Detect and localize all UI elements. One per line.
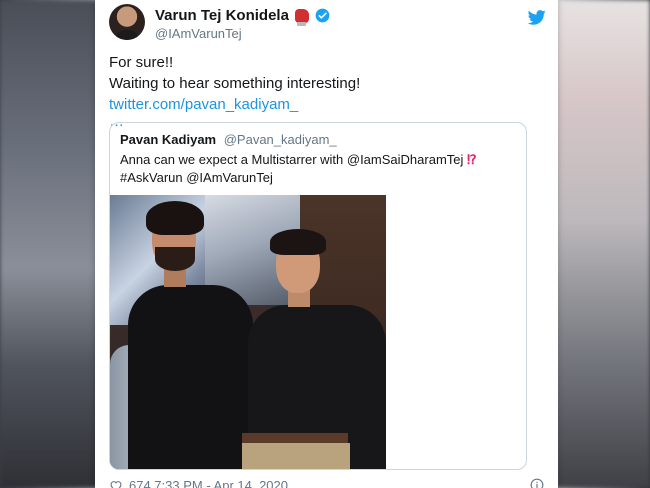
- tweet-line-1: For sure!!: [109, 54, 174, 71]
- photo-man-right-hair: [270, 229, 326, 255]
- tweet-line-2: Waiting to hear something interesting! t…: [109, 73, 546, 115]
- tweet-header: Varun Tej Konidela @IAmVarunTej: [109, 4, 546, 44]
- tweet-line-2-text: Waiting to hear something interesting!: [109, 75, 361, 92]
- author-name[interactable]: Varun Tej Konidela: [155, 7, 289, 24]
- quoted-line-1-text: Anna can we expect a Multistarrer with @…: [120, 152, 464, 167]
- photo-man-right-belt: [242, 433, 348, 443]
- quoted-author-row: Pavan Kadiyam @Pavan_kadiyam_: [120, 132, 337, 147]
- author-name-row: Varun Tej Konidela: [155, 7, 330, 26]
- boxing-glove-icon: [294, 8, 309, 26]
- tweet-card: Varun Tej Konidela @IAmVarunTej For sure…: [95, 0, 558, 488]
- tweet-body: For sure!! Waiting to hear something int…: [109, 52, 546, 129]
- tweet-link[interactable]: twitter.com/pavan_kadiyam_: [109, 96, 298, 113]
- background-blur-left: [0, 0, 100, 488]
- author-handle[interactable]: @IAmVarunTej: [155, 26, 242, 41]
- photo-man-left-beard: [155, 247, 195, 271]
- quoted-line-1: Anna can we expect a Multistarrer with @…: [120, 151, 516, 169]
- exclamation-question-icon: ⁉: [467, 152, 477, 167]
- background-blur-right: [555, 0, 650, 488]
- heart-icon[interactable]: [109, 480, 123, 488]
- quoted-author-handle[interactable]: @Pavan_kadiyam_: [224, 132, 337, 147]
- info-icon[interactable]: [530, 478, 544, 488]
- tweet-footer: 674 7:33 PM - Apr 14, 2020: [109, 478, 544, 488]
- quoted-tweet[interactable]: Pavan Kadiyam @Pavan_kadiyam_ Anna can w…: [109, 122, 527, 470]
- quoted-tweet-text: Anna can we expect a Multistarrer with @…: [120, 151, 516, 187]
- photo-man-left-hair: [146, 201, 204, 235]
- verified-badge-icon: [315, 8, 330, 23]
- photo-man-right-pants: [242, 443, 350, 469]
- quoted-author-name[interactable]: Pavan Kadiyam: [120, 132, 216, 147]
- quoted-line-2: #AskVarun @IAmVarunTej: [120, 170, 273, 185]
- likes-and-timestamp: 674 7:33 PM - Apr 14, 2020: [129, 478, 288, 488]
- twitter-bird-icon[interactable]: [528, 10, 546, 25]
- quoted-photo[interactable]: [110, 195, 386, 469]
- photo-man-left-body: [128, 285, 253, 469]
- author-avatar[interactable]: [109, 4, 145, 40]
